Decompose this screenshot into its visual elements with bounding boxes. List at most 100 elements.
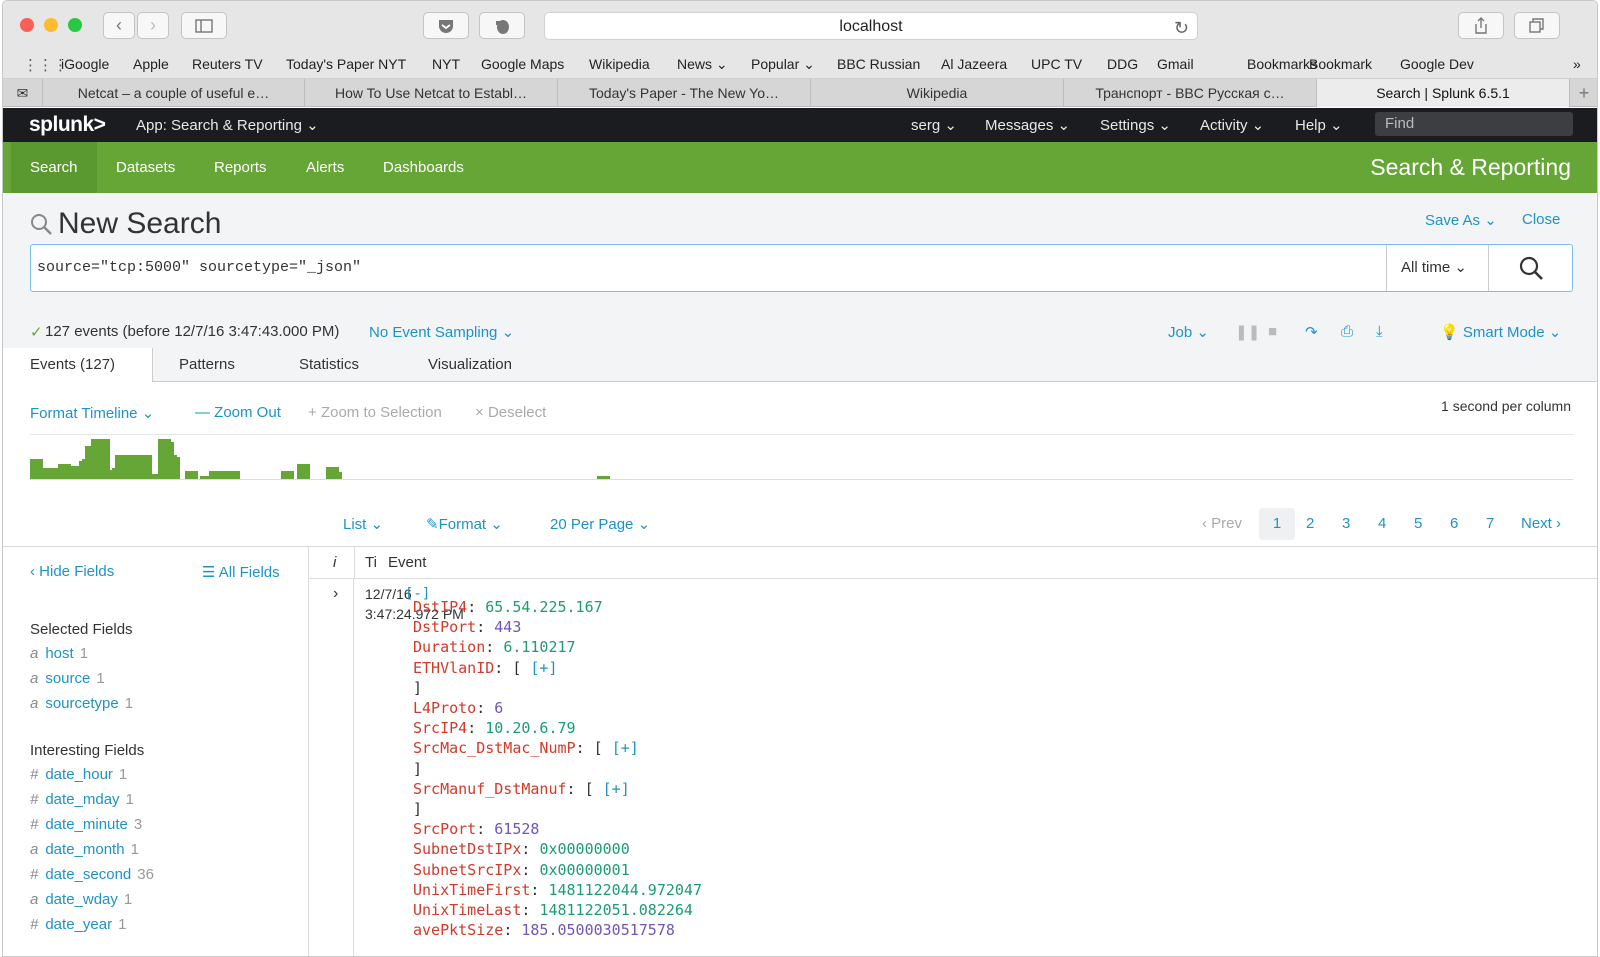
format-menu[interactable]: ✎Format ⌄ <box>426 515 503 533</box>
bookmark-item[interactable]: Apple <box>133 56 169 72</box>
all-fields-button[interactable]: ☰ All Fields <box>202 563 280 581</box>
expand-array-button[interactable]: [+] <box>612 739 639 757</box>
bookmark-folder-news[interactable]: News ⌄ <box>677 56 728 73</box>
splunk-logo[interactable]: splunk> <box>29 113 106 137</box>
nav-alerts[interactable]: Alerts <box>287 142 363 193</box>
find-input[interactable]: Find <box>1375 112 1573 136</box>
json-value[interactable]: 61528 <box>494 820 539 838</box>
json-value[interactable]: 10.20.6.79 <box>485 719 575 737</box>
nav-reports[interactable]: Reports <box>195 142 286 193</box>
page-button[interactable]: 4 <box>1378 515 1386 532</box>
json-key[interactable]: SubnetSrcIPx <box>413 861 521 879</box>
field-name[interactable]: source <box>45 670 90 687</box>
field-name[interactable]: date_month <box>45 841 124 858</box>
user-menu[interactable]: serg ⌄ <box>911 116 957 134</box>
field-name[interactable]: sourcetype <box>45 695 118 712</box>
mail-icon[interactable]: ✉ <box>3 79 43 107</box>
field-name[interactable]: date_hour <box>45 766 113 783</box>
page-button[interactable]: 6 <box>1450 515 1458 532</box>
tab-events[interactable]: Events (127) <box>3 348 153 382</box>
field-date-mday[interactable]: # date_mday 1 <box>30 791 134 808</box>
timeline-bar[interactable] <box>227 471 240 479</box>
browser-tab[interactable]: Транспорт - BBC Русская с… <box>1064 79 1317 107</box>
format-timeline-menu[interactable]: Format Timeline ⌄ <box>30 404 154 422</box>
search-mode-menu[interactable]: 💡 Smart Mode ⌄ <box>1440 323 1561 341</box>
field-sourcetype[interactable]: a sourcetype 1 <box>30 695 133 712</box>
field-name[interactable]: date_mday <box>45 791 119 808</box>
new-tab-button[interactable]: + <box>1570 79 1597 107</box>
close-link[interactable]: Close <box>1522 211 1560 228</box>
field-date-wday[interactable]: a date_wday 1 <box>30 891 132 908</box>
pause-icon[interactable]: ❚❚ <box>1235 323 1260 341</box>
bookmark-item[interactable]: Bookmarks <box>1247 56 1317 72</box>
field-date-year[interactable]: # date_year 1 <box>30 916 126 933</box>
browser-tab[interactable]: Today's Paper - The New Yo… <box>558 79 811 107</box>
prev-page-button[interactable]: ‹ Prev <box>1202 515 1242 532</box>
json-key[interactable]: SrcManuf_DstManuf <box>413 780 567 798</box>
json-value[interactable]: 1481122051.082264 <box>539 901 693 919</box>
zoom-window-button[interactable] <box>68 18 82 32</box>
field-name[interactable]: date_wday <box>45 891 118 908</box>
sidebar-toggle-button[interactable] <box>181 12 227 39</box>
expand-event-icon[interactable]: › <box>333 585 338 603</box>
field-host[interactable]: a host 1 <box>30 645 88 662</box>
help-menu[interactable]: Help ⌄ <box>1295 116 1343 134</box>
list-view-menu[interactable]: List ⌄ <box>343 515 383 533</box>
timeline-bar[interactable] <box>597 476 610 479</box>
timeline-bar[interactable] <box>167 457 180 479</box>
time-range-picker[interactable]: All time ⌄ <box>1386 245 1488 291</box>
expand-array-button[interactable]: [+] <box>603 780 630 798</box>
bookmark-item[interactable]: Gmail <box>1157 56 1194 72</box>
page-button[interactable]: 5 <box>1414 515 1422 532</box>
field-name[interactable]: date_minute <box>45 816 128 833</box>
save-as-menu[interactable]: Save As ⌄ <box>1425 211 1497 229</box>
json-value[interactable]: 1481122044.972047 <box>548 881 702 899</box>
zoom-out-button[interactable]: — Zoom Out <box>195 404 281 421</box>
field-source[interactable]: a source 1 <box>30 670 105 687</box>
json-value[interactable]: 0x00000000 <box>539 840 629 858</box>
settings-menu[interactable]: Settings ⌄ <box>1100 116 1171 134</box>
field-date-second[interactable]: # date_second 36 <box>30 866 154 883</box>
json-key[interactable]: L4Proto <box>413 699 476 717</box>
bookmark-item[interactable]: DDG <box>1107 56 1138 72</box>
bookmark-item[interactable]: Today's Paper NYT <box>286 56 406 72</box>
print-icon[interactable]: ⎙ <box>1341 323 1353 340</box>
show-tabs-button[interactable] <box>1514 12 1560 39</box>
deselect-button[interactable]: × Deselect <box>475 404 546 421</box>
json-key[interactable]: SrcIP4 <box>413 719 467 737</box>
bookmark-item[interactable]: UPC TV <box>1031 56 1082 72</box>
browser-tab[interactable]: Netcat – a couple of useful e… <box>43 79 305 107</box>
json-value[interactable]: 6.110217 <box>503 638 575 656</box>
field-date-minute[interactable]: # date_minute 3 <box>30 816 142 833</box>
browser-tab[interactable]: Wikipedia <box>811 79 1064 107</box>
page-button[interactable]: 2 <box>1306 515 1314 532</box>
next-page-button[interactable]: Next › <box>1521 515 1561 532</box>
event-sampling-menu[interactable]: No Event Sampling ⌄ <box>369 323 514 341</box>
event-column-header[interactable]: Event <box>388 554 426 571</box>
bookmark-item[interactable]: Wikipedia <box>589 56 650 72</box>
messages-menu[interactable]: Messages ⌄ <box>985 116 1070 134</box>
bookmark-item[interactable]: Al Jazeera <box>941 56 1007 72</box>
tab-statistics[interactable]: Statistics <box>299 348 359 382</box>
back-button[interactable]: ‹ <box>103 12 135 39</box>
timeline-bar[interactable] <box>185 471 198 479</box>
json-key[interactable]: UnixTimeFirst <box>413 881 530 899</box>
hide-fields-button[interactable]: ‹ Hide Fields <box>30 563 114 580</box>
json-key[interactable]: DstIP4 <box>413 598 467 616</box>
nav-datasets[interactable]: Datasets <box>97 142 194 193</box>
page-1-button[interactable]: 1 <box>1259 508 1295 540</box>
bookmark-item[interactable]: iGoogle <box>61 56 109 72</box>
json-key[interactable]: SubnetDstIPx <box>413 840 521 858</box>
bookmark-folder-popular[interactable]: Popular ⌄ <box>751 56 815 73</box>
field-name[interactable]: date_second <box>45 866 131 883</box>
json-value[interactable]: 65.54.225.167 <box>485 598 602 616</box>
per-page-menu[interactable]: 20 Per Page ⌄ <box>550 515 650 533</box>
json-value[interactable]: 185.0500030517578 <box>521 921 675 939</box>
forward-button[interactable]: › <box>137 12 169 39</box>
page-button[interactable]: 7 <box>1486 515 1494 532</box>
activity-menu[interactable]: Activity ⌄ <box>1200 116 1264 134</box>
share-button[interactable] <box>1458 12 1504 39</box>
field-name[interactable]: date_year <box>45 916 112 933</box>
more-bookmarks-icon[interactable]: » <box>1573 56 1581 72</box>
json-key[interactable]: ETHVlanID <box>413 659 494 677</box>
